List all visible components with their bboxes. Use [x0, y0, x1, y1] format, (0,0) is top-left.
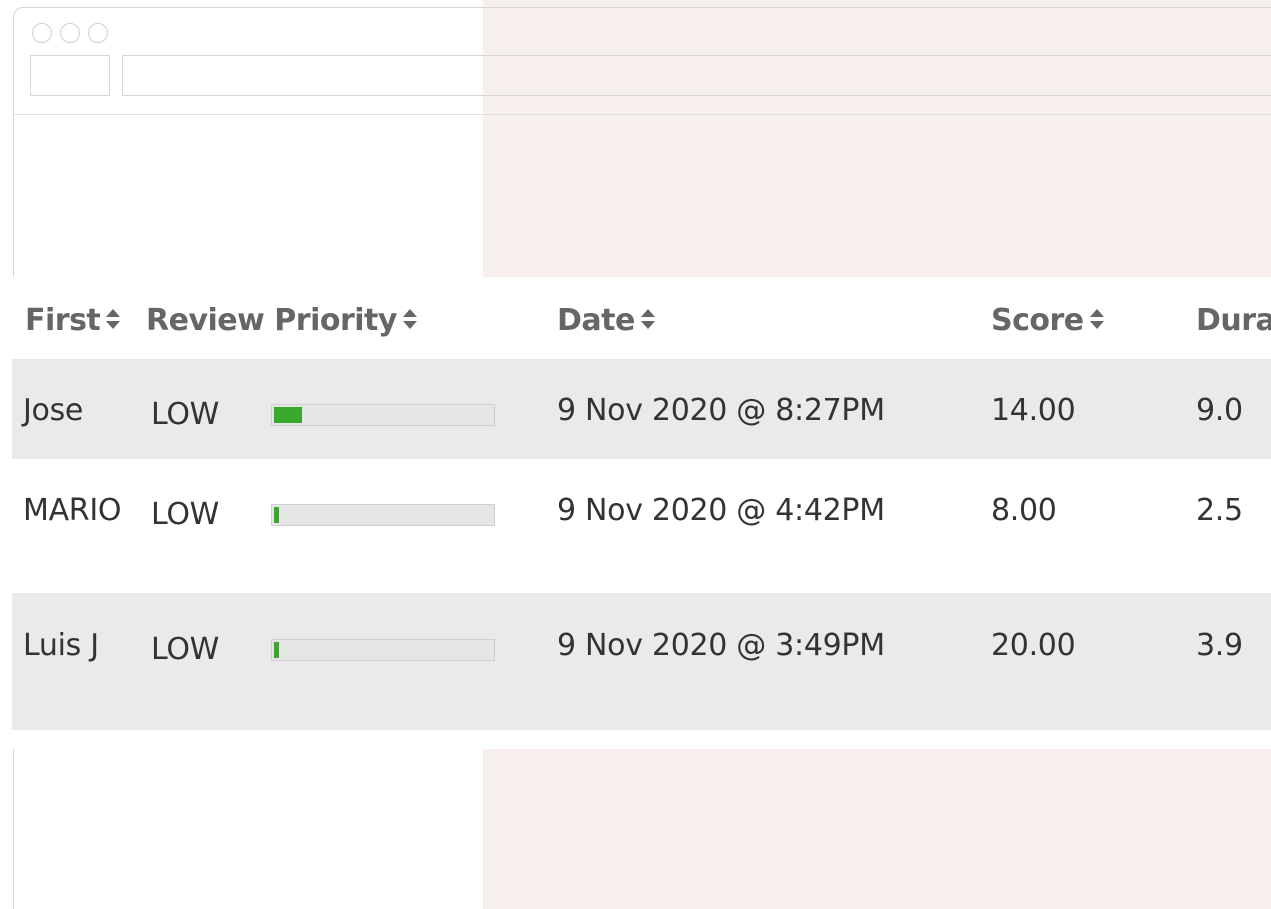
browser-nav-buttons[interactable]	[30, 55, 110, 96]
column-header-review-priority[interactable]: Review Priority	[146, 303, 419, 338]
table-header-row: First Review Priority Date Score Dura	[0, 277, 1271, 359]
cell-first-name: MARIO	[23, 493, 122, 528]
column-header-score[interactable]: Score	[991, 303, 1106, 338]
window-minimize-dot-icon[interactable]	[60, 23, 80, 43]
table-row[interactable]: MARIO LOW 9 Nov 2020 @ 4:42PM 8.00 2.5	[12, 459, 1271, 593]
column-header-label: Date	[557, 303, 635, 338]
priority-progress-bar	[271, 639, 495, 661]
table-row[interactable]: Luis J LOW 9 Nov 2020 @ 3:49PM 20.00 3.9	[12, 593, 1271, 730]
cell-duration: 9.0	[1196, 393, 1243, 428]
sort-icon[interactable]	[401, 305, 419, 333]
cell-priority-label: LOW	[151, 632, 220, 667]
column-header-first[interactable]: First	[25, 303, 122, 338]
toolbar-divider	[14, 114, 1271, 115]
column-header-label: First	[25, 303, 101, 338]
window-maximize-dot-icon[interactable]	[88, 23, 108, 43]
cell-score: 8.00	[991, 493, 1057, 528]
sort-icon[interactable]	[104, 305, 122, 333]
column-header-label: Score	[991, 303, 1084, 338]
cell-date: 9 Nov 2020 @ 3:49PM	[557, 628, 885, 663]
cell-priority-label: LOW	[151, 497, 220, 532]
cell-first-name: Jose	[23, 393, 84, 428]
cell-date: 9 Nov 2020 @ 4:42PM	[557, 493, 885, 528]
column-header-date[interactable]: Date	[557, 303, 657, 338]
browser-address-bar[interactable]	[122, 55, 1271, 96]
priority-progress-fill	[274, 642, 279, 658]
cell-duration: 3.9	[1196, 628, 1243, 663]
cell-score: 20.00	[991, 628, 1076, 663]
cell-priority-label: LOW	[151, 397, 220, 432]
window-close-dot-icon[interactable]	[32, 23, 52, 43]
cell-first-name: Luis J	[23, 628, 99, 663]
sort-icon[interactable]	[639, 305, 657, 333]
priority-progress-bar	[271, 504, 495, 526]
table-row[interactable]: Jose LOW 9 Nov 2020 @ 8:27PM 14.00 9.0	[12, 359, 1271, 459]
priority-progress-fill	[274, 407, 302, 423]
sort-icon[interactable]	[1088, 305, 1106, 333]
screenshot-stage: First Review Priority Date Score Dura Jo…	[0, 0, 1271, 909]
column-header-label: Dura	[1196, 303, 1271, 338]
column-header-label: Review Priority	[146, 303, 397, 338]
priority-progress-fill	[274, 507, 279, 523]
cell-date: 9 Nov 2020 @ 8:27PM	[557, 393, 885, 428]
cell-score: 14.00	[991, 393, 1076, 428]
column-header-duration[interactable]: Dura	[1196, 303, 1271, 338]
results-table: First Review Priority Date Score Dura Jo…	[0, 277, 1271, 749]
priority-progress-bar	[271, 404, 495, 426]
cell-duration: 2.5	[1196, 493, 1243, 528]
